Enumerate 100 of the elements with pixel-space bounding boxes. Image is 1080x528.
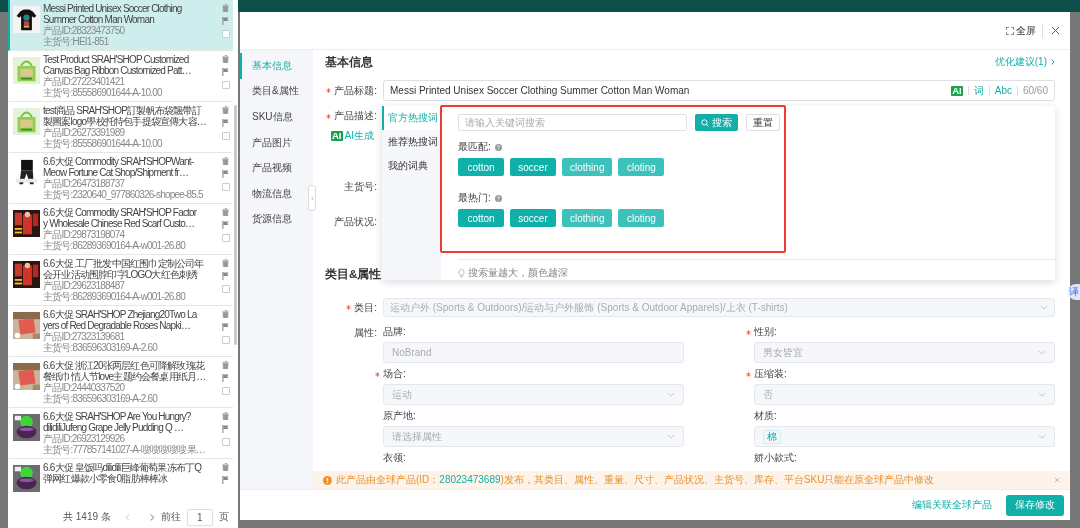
product-list-item[interactable]: test商品 SRAH'SHOP訂製帆布袋飄帶訂 製圖案logo學校托特包手提袋宣傳大容… 产品ID:26273391989 主货号:855586901644-A-10.00 — [8, 102, 233, 153]
product-id: 产品ID:28323473750 — [43, 25, 125, 36]
total-count: 共 1419 条 — [63, 510, 111, 524]
attribute-select[interactable]: 男女皆宜 — [754, 342, 1055, 363]
notice-text: 此产品由全球产品(ID：28023473689)发布，其类目、属性、重量、尺寸、产品状况、主货号、库存、平台SKU只能在原全球产品中修改 — [336, 473, 936, 487]
nav-item[interactable]: 货源信息 — [240, 206, 296, 233]
trash-icon[interactable] — [222, 259, 229, 267]
trash-icon[interactable] — [222, 157, 229, 165]
keyword-tab[interactable]: 我的词典 — [382, 154, 441, 178]
caret-icon — [1038, 434, 1046, 439]
product-list-item[interactable]: 6.6大促 浙江20张两层红色可降解玫瑰花 餐纸巾情人节love主题约会餐桌用纸月… 产品ID:24440337520 主货号:836596303169-A-2.60 — [8, 357, 233, 408]
trash-icon[interactable] — [222, 361, 229, 369]
page-input[interactable]: 1 — [186, 508, 213, 526]
save-button[interactable]: 保存修改 — [1006, 494, 1064, 516]
checkbox[interactable] — [221, 183, 230, 191]
collapse-handle[interactable] — [308, 185, 316, 211]
flag-icon[interactable] — [222, 17, 229, 25]
product-title: Summer Cotton Man Woman — [43, 14, 154, 25]
search-button[interactable]: 搜索 — [695, 114, 738, 131]
checkbox[interactable] — [221, 234, 230, 242]
trash-icon[interactable] — [222, 412, 229, 420]
translate-badge[interactable]: 译 — [1068, 284, 1080, 300]
checkbox[interactable] — [221, 336, 230, 344]
checkbox[interactable] — [221, 81, 230, 89]
nav-item[interactable]: 物流信息 — [240, 180, 296, 207]
product-list-item[interactable]: 6.6大促 工厂批发中国红围巾定制公司年 会开业活动围脖印字LOGO大红色刺绣 产品ID:29623188487 主货号:862893690164-A-w001-26.80 — [8, 255, 233, 306]
product-list-item[interactable]: 6.6大促 Commodity SRAH'SHOP Factor y Wholesale Chinese Red Scarf Custo… 产品ID:29873198074 主货号:862893690164-A-w001-26.80 — [8, 204, 233, 255]
checkbox[interactable] — [221, 387, 230, 395]
product-id: 产品ID:24440337520 — [43, 382, 125, 393]
flag-icon[interactable] — [222, 221, 229, 229]
nav-item[interactable]: 基本信息 — [240, 53, 296, 79]
flag-icon[interactable] — [222, 425, 229, 433]
checkbox[interactable] — [221, 30, 230, 38]
trash-icon[interactable] — [222, 106, 229, 114]
scrollbar[interactable] — [234, 105, 237, 345]
fullscreen-icon — [1006, 26, 1014, 35]
keyword-tag[interactable]: cloting — [618, 209, 665, 227]
keyword-tab[interactable]: 官方热搜词 — [382, 106, 441, 130]
sku-text: 主货号:836596303169-A-2.60 — [43, 342, 157, 353]
search-icon — [701, 118, 709, 127]
attribute-select[interactable]: 请选择属性 — [383, 426, 684, 447]
field-label: 产品描述: — [334, 109, 377, 123]
nav-item[interactable]: 产品视频 — [240, 155, 296, 181]
suggestion-link[interactable]: 优化建议(1) — [994, 55, 1055, 69]
product-title: 会开业活动围脖印字LOGO大红色刺绣 — [43, 269, 198, 280]
checkbox[interactable] — [221, 132, 230, 140]
previous-page-icon[interactable] — [124, 513, 130, 521]
field-label: 场合: — [383, 368, 406, 380]
flag-icon[interactable] — [222, 68, 229, 76]
next-page-icon[interactable] — [149, 513, 155, 521]
product-list-item[interactable]: Test Product SRAH'SHOP Customized Canvas Bag Ribbon Customized Patt… 产品ID:27223401421 主货号:855586901644-A-10.00 — [8, 51, 233, 102]
flag-icon[interactable] — [222, 272, 229, 280]
close-icon[interactable] — [1051, 26, 1060, 35]
nav-item[interactable]: 类目&属性 — [240, 78, 303, 105]
product-id: 产品ID:26273391989 — [43, 127, 125, 138]
product-title: 6.6大促 浙江20张两层红色可降解玫瑰花 — [43, 360, 204, 371]
field-label: 产品状况: — [334, 215, 377, 229]
keyword-tag[interactable]: cloting — [618, 158, 665, 176]
edit-global-product-link[interactable]: 编辑关联全球产品 — [912, 498, 992, 512]
ai-generate-link[interactable]: AI生成 — [344, 129, 374, 143]
keyword-tag[interactable]: cotton — [458, 158, 504, 176]
attribute-select[interactable]: 棉 — [754, 426, 1055, 447]
attribute-select[interactable]: 运动 — [383, 384, 684, 405]
checkbox[interactable] — [221, 438, 230, 446]
flag-icon[interactable] — [222, 119, 229, 127]
flag-icon[interactable] — [222, 374, 229, 382]
product-list-item[interactable]: 6.6大促 Commodity SRAH'SHOPWant- Meow Fortune Cat Shop/Shipment fr… 产品ID:26473188737 主货号:2320640_977860326-shopee-85.5 — [8, 153, 233, 204]
trash-icon[interactable] — [222, 310, 229, 318]
help-icon[interactable] — [494, 143, 502, 151]
nav-item[interactable]: SKU信息 — [240, 104, 297, 130]
flag-icon[interactable] — [222, 323, 229, 331]
keyword-tag[interactable]: clothing — [562, 209, 613, 227]
keyword-tag[interactable]: soccer — [510, 209, 556, 227]
trash-icon[interactable] — [222, 55, 229, 63]
keyword-tag[interactable]: clothing — [562, 158, 613, 176]
checkbox[interactable] — [221, 285, 230, 293]
keyword-tab[interactable]: 推荐热搜词 — [382, 130, 441, 154]
reset-button[interactable]: 重置 — [746, 114, 780, 131]
product-list-item[interactable]: Messi Printed Unisex Soccer Clothing Summer Cotton Man Woman 产品ID:28323473750 主货号:HEI1-851 — [8, 0, 233, 51]
trash-icon[interactable] — [222, 208, 229, 216]
flag-icon[interactable] — [222, 476, 229, 484]
product-list-item[interactable]: 6.6大促 SRAH'SHOP Are You Hungry? dilidiliJufeng Grape Jelly Pudding Q … 产品ID:26923129926 主货号:777857141027-A-嗖嗖嗖嗖嗖果… — [8, 408, 233, 459]
flag-icon[interactable] — [222, 170, 229, 178]
nav-item[interactable]: 产品图片 — [240, 129, 296, 156]
keyword-tag[interactable]: soccer — [510, 158, 556, 176]
attribute-select[interactable]: 否 — [754, 384, 1055, 405]
sku-text: 主货号:HEI1-851 — [43, 36, 109, 47]
trash-icon[interactable] — [222, 4, 229, 12]
brand-input[interactable]: NoBrand — [383, 342, 684, 363]
product-list-item[interactable]: 6.6大促 SRAH'SHOP Zhejiang20Two La yers of Red Degradable Roses Napki… 产品ID:27323139681 主货号:836596303169-A-2.60 — [8, 306, 233, 357]
field-label: 压缩装: — [754, 368, 787, 380]
title-input[interactable]: Messi Printed Unisex Soccer Clothing Summer Cotton Man Woman AI 词 Abc 60/60 — [383, 80, 1055, 101]
fullscreen-button[interactable]: 全屏 — [1006, 23, 1043, 38]
product-list-item[interactable]: 6.6大促 皇饭吗dilidili巨峰葡萄果冻布丁Q 弹网红爆款小零食0脂肪棒棒冰 — [8, 459, 233, 506]
help-icon[interactable] — [494, 194, 502, 202]
keyword-search-field[interactable]: 请输入关键词搜索 — [458, 114, 687, 131]
caret-icon — [667, 392, 675, 397]
keyword-tag[interactable]: cotton — [458, 209, 504, 227]
trash-icon[interactable] — [222, 463, 229, 471]
section-heading: 基本信息 — [325, 54, 373, 70]
